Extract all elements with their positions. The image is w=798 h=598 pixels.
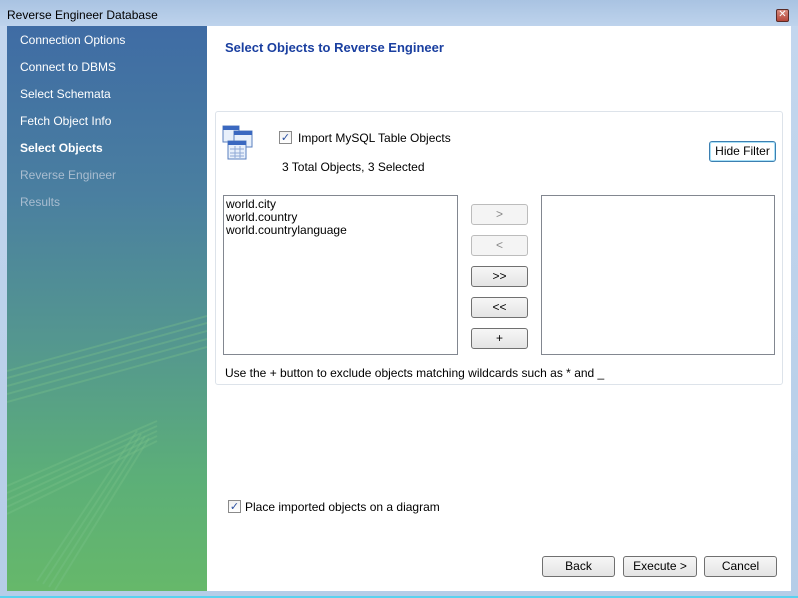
window-title: Reverse Engineer Database — [7, 8, 158, 22]
table-objects-icon — [222, 125, 253, 160]
objects-summary: 3 Total Objects, 3 Selected — [282, 160, 425, 174]
excluded-objects-list[interactable] — [541, 195, 775, 355]
import-tables-checkbox[interactable]: ✓ — [279, 131, 292, 144]
sidebar-item-select-objects[interactable]: Select Objects — [20, 141, 103, 155]
table-objects-group: ✓ Import MySQL Table Objects 3 Total Obj… — [215, 111, 783, 385]
sidebar-item-reverse-engineer: Reverse Engineer — [20, 168, 117, 182]
wizard-sidebar: Connection Options Connect to DBMS Selec… — [7, 26, 207, 591]
available-objects-list[interactable]: world.city world.country world.countryla… — [223, 195, 458, 355]
move-right-button[interactable]: > — [471, 204, 528, 225]
sidebar-item-select-schemata[interactable]: Select Schemata — [20, 87, 111, 101]
import-tables-label: Import MySQL Table Objects — [298, 131, 451, 145]
move-left-button[interactable]: < — [471, 235, 528, 256]
cancel-button[interactable]: Cancel — [704, 556, 777, 577]
sidebar-item-fetch-object-info[interactable]: Fetch Object Info — [20, 114, 111, 128]
sidebar-item-connection-options[interactable]: Connection Options — [20, 33, 125, 47]
move-all-left-button[interactable]: << — [471, 297, 528, 318]
sidebar-item-results: Results — [20, 195, 61, 209]
wildcard-hint: Use the + button to exclude objects matc… — [225, 366, 605, 380]
close-icon[interactable]: ✕ — [776, 9, 789, 22]
wizard-content: Select Objects to Reverse Engineer ✓ Imp… — [207, 26, 791, 591]
reverse-engineer-dialog: Reverse Engineer Database ✕ Connection O… — [0, 0, 798, 598]
hide-filter-button[interactable]: Hide Filter — [709, 141, 776, 162]
sidebar-item-connect-to-dbms[interactable]: Connect to DBMS — [20, 60, 116, 74]
back-button[interactable]: Back — [542, 556, 615, 577]
execute-button[interactable]: Execute > — [623, 556, 697, 577]
move-all-right-button[interactable]: >> — [471, 266, 528, 287]
place-on-diagram-label: Place imported objects on a diagram — [245, 500, 440, 514]
sidebar-background-decoration — [7, 315, 207, 591]
add-wildcard-button[interactable]: + — [471, 328, 528, 349]
page-title: Select Objects to Reverse Engineer — [225, 40, 444, 55]
place-on-diagram-checkbox[interactable]: ✓ — [228, 500, 241, 513]
title-bar: Reverse Engineer Database ✕ — [0, 0, 798, 26]
list-item[interactable]: world.countrylanguage — [224, 224, 457, 237]
